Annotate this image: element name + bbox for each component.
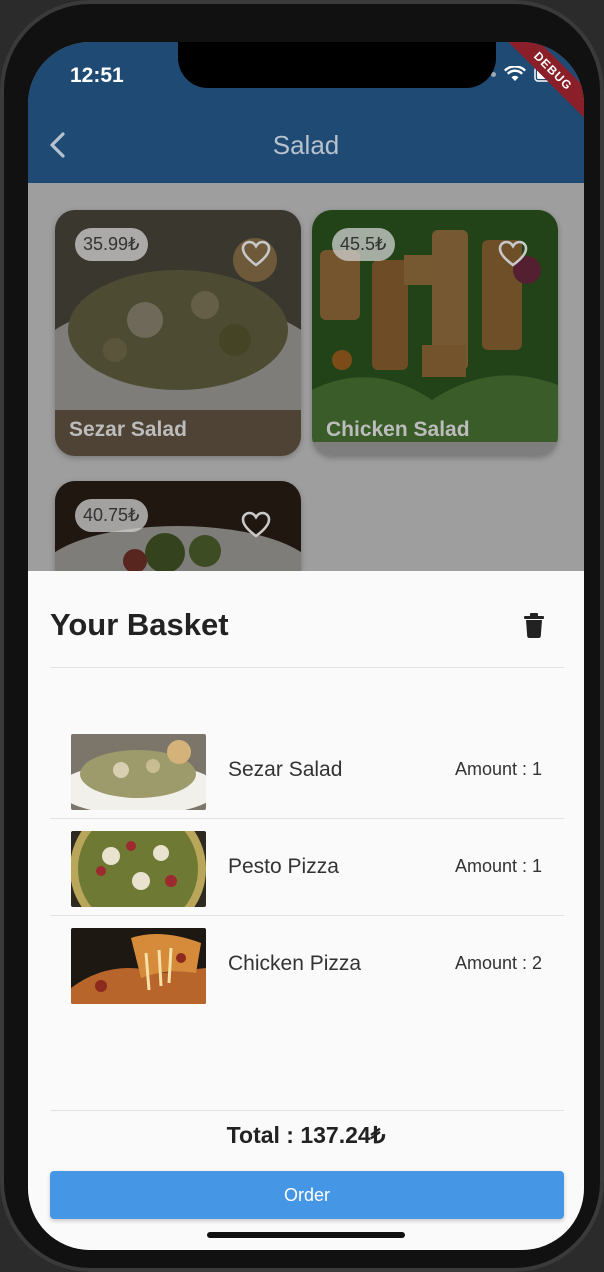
pesto-pizza-thumbnail: [71, 831, 206, 907]
sezar-salad-thumbnail: [71, 734, 206, 810]
product-grid: 35.99₺ Sezar Salad 45.5₺ Chicken Salad 4…: [28, 183, 584, 571]
price-badge: 45.5₺: [332, 228, 395, 261]
product-name: Chicken Salad: [326, 418, 470, 441]
basket-item-amount: Amount : 2: [454, 953, 542, 973]
basket-item-name: Chicken Pizza: [228, 952, 362, 975]
basket-total: Total : 137.24₺: [226, 1122, 386, 1148]
device-notch: [178, 42, 496, 88]
home-indicator[interactable]: [207, 1232, 405, 1238]
basket-item[interactable]: Chicken Pizza Amount : 2: [50, 915, 564, 1012]
product-name: Sezar Salad: [69, 418, 187, 441]
basket-sheet: Your Basket Sezar Salad Amount : 1 Pesto…: [28, 571, 584, 1250]
page-title: Salad: [272, 130, 340, 160]
phone-frame: 12:51 DEBUG Salad 35.99₺ Sezar Salad 45.…: [0, 0, 604, 1272]
screen: 12:51 DEBUG Salad 35.99₺ Sezar Salad 45.…: [28, 42, 584, 1250]
basket-item-amount: Amount : 1: [454, 759, 542, 779]
basket-item-amount: Amount : 1: [454, 856, 542, 876]
trash-icon[interactable]: [524, 613, 544, 643]
basket-item-name: Sezar Salad: [228, 758, 343, 781]
price-badge: 35.99₺: [75, 228, 148, 261]
wifi-icon: [504, 66, 526, 82]
divider: [50, 667, 564, 668]
chicken-pizza-thumbnail: [71, 928, 206, 1004]
basket-item[interactable]: Pesto Pizza Amount : 1: [50, 818, 564, 915]
order-button[interactable]: Order: [50, 1171, 564, 1219]
heart-icon[interactable]: [498, 240, 528, 273]
basket-item-name: Pesto Pizza: [228, 855, 339, 878]
basket-title: Your Basket: [50, 607, 229, 642]
product-card[interactable]: 45.5₺ Chicken Salad: [312, 210, 558, 456]
price-badge: 40.75₺: [75, 499, 148, 532]
status-time: 12:51: [70, 64, 124, 87]
product-card[interactable]: 40.75₺: [55, 481, 301, 571]
heart-icon[interactable]: [241, 511, 271, 544]
debug-banner: DEBUG: [499, 42, 584, 125]
basket-item[interactable]: Sezar Salad Amount : 1: [50, 721, 564, 818]
heart-icon[interactable]: [241, 240, 271, 273]
product-card[interactable]: 35.99₺ Sezar Salad: [55, 210, 301, 456]
divider: [50, 1110, 564, 1111]
